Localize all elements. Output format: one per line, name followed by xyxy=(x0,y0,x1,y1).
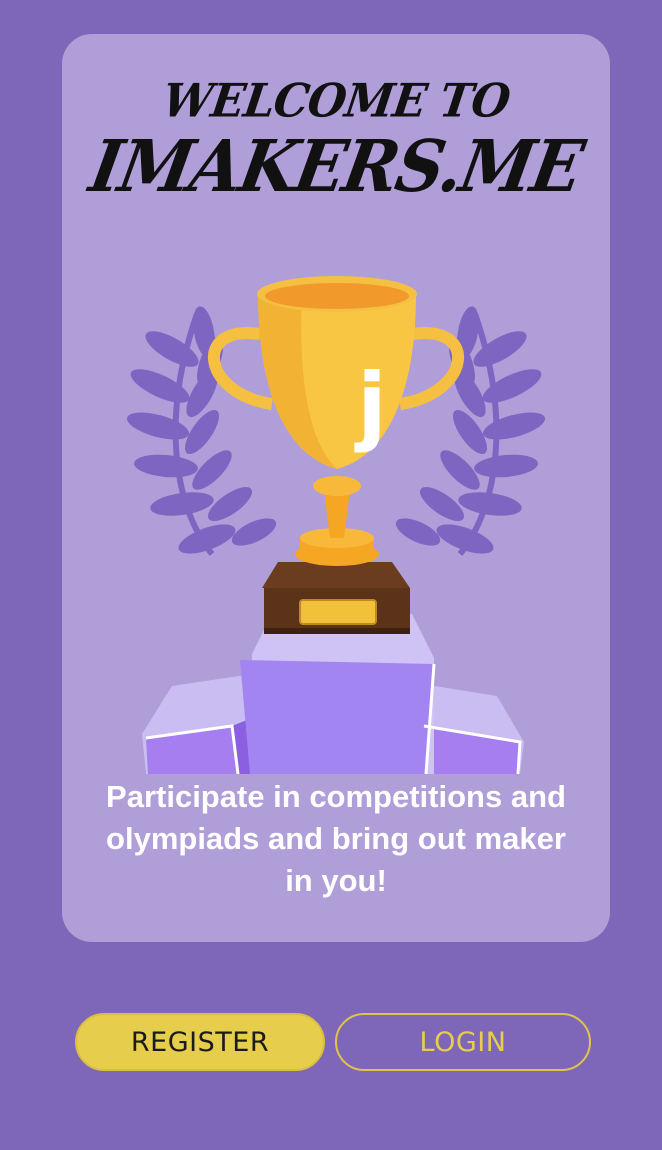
welcome-screen: WELCOME TO IMAKERS.ME j Participate in c… xyxy=(0,0,662,1150)
tagline-text: Participate in competitions and olympiad… xyxy=(106,779,566,898)
trophy-emblem-letter: j xyxy=(354,355,386,455)
podium-illustration xyxy=(142,614,524,774)
welcome-title: WELCOME TO IMAKERS.ME xyxy=(62,74,610,209)
trophy-podium-illustration: j xyxy=(126,276,546,774)
login-button[interactable]: LOGIN xyxy=(335,1013,591,1071)
welcome-title-line1: WELCOME TO xyxy=(159,74,513,129)
trophy-illustration: j xyxy=(207,276,465,634)
welcome-card: WELCOME TO IMAKERS.ME j Participate in c… xyxy=(62,34,610,942)
brand-name: IMAKERS.ME xyxy=(83,123,589,209)
register-button[interactable]: REGISTER xyxy=(75,1013,325,1071)
